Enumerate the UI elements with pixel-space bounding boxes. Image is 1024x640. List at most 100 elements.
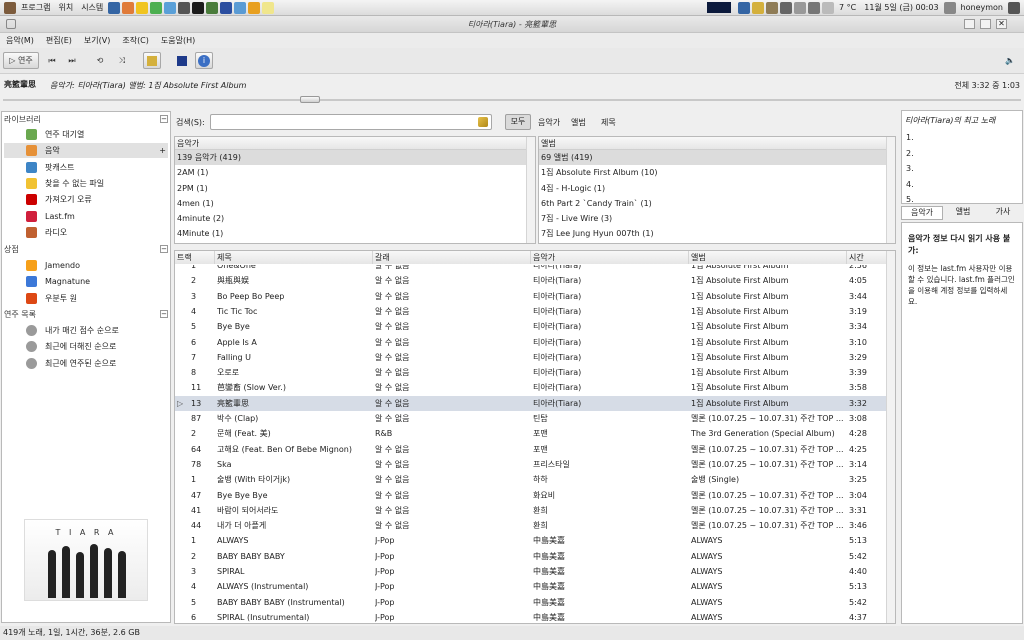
close-icon[interactable]: ✕ [996, 19, 1007, 29]
launcher-icon[interactable] [248, 1, 261, 14]
info-button[interactable]: i [195, 52, 213, 69]
column-artist[interactable]: 음악가 [531, 251, 689, 264]
table-row[interactable]: 11 芭鑾畜 (Slow Ver.) 알 수 없음 티아라(Tiara) 1집 Abso… [175, 380, 887, 395]
maximize-icon[interactable] [980, 19, 991, 29]
minimize-icon[interactable] [964, 19, 975, 29]
table-row[interactable]: 1 술뱅 (With 타이거jk) 알 수 없음 하하 술뱅 (Single) 3:25 [175, 472, 887, 487]
sidebar-item[interactable]: 최근에 더해진 순으로 [4, 339, 168, 354]
sidebar-item[interactable]: 라디오 [4, 225, 168, 240]
sidebar-item[interactable]: 음악 + [4, 143, 168, 159]
table-row[interactable]: 64 고해요 (Feat. Ben Of Bebe Mignon) 알 수 없음 포맨… [175, 442, 887, 457]
launcher-icon[interactable] [136, 1, 149, 14]
user-name[interactable]: honeymon [957, 3, 1007, 12]
sidebar-item[interactable]: 최근에 연주된 순으로 [4, 356, 168, 371]
sidebar-item[interactable]: 연주 대기열 [4, 127, 168, 142]
table-row[interactable]: 78 Ska 알 수 없음 프리스타일 멜론 (10.07.25 ~ 10.07.31)… [175, 457, 887, 472]
launcher-icon[interactable] [262, 1, 275, 14]
shuffle-button[interactable]: ⤨ [114, 52, 130, 69]
album-header[interactable]: 앨범 [539, 137, 895, 150]
album-scrollbar[interactable] [886, 137, 895, 243]
list-item[interactable]: 4집 - H-Logic (1) [539, 181, 895, 196]
list-item[interactable]: 6th Part 2 `Candy Train` (1) [539, 196, 895, 211]
artist-header[interactable]: 음악가 [175, 137, 535, 150]
tab-lyrics[interactable]: 가사 [983, 206, 1023, 220]
tab-album[interactable]: 앨범 [943, 206, 983, 220]
table-row[interactable]: 5 Bye Bye 알 수 없음 티아라(Tiara) 1집 Absolute Firs… [175, 319, 887, 334]
panel-menu-applications[interactable]: 프로그램 [17, 2, 54, 13]
column-album[interactable]: 앨범 [689, 251, 847, 264]
ubuntu-menu-icon[interactable] [4, 1, 16, 14]
clock[interactable]: 11월 5일 (금) 00:03 [860, 2, 942, 13]
table-row[interactable]: 2 與甁與娱 알 수 없음 티아라(Tiara) 1집 Absolute First A… [175, 273, 887, 288]
table-row[interactable]: 4 Tic Tic Toc 알 수 없음 티아라(Tiara) 1집 Absolute … [175, 304, 887, 319]
launcher-icon[interactable] [178, 1, 191, 14]
table-row[interactable]: 1 One&One 알 수 없음 티아라(Tiara) 1집 Absolute Firs… [175, 265, 887, 273]
list-item[interactable]: 4men (1) [175, 196, 535, 211]
table-row[interactable]: 41 바람이 되어서라도 알 수 없음 환희 멜론 (10.07.25 ~ 10.07.… [175, 503, 887, 518]
sidebar-item[interactable]: 우분투 원 [4, 291, 168, 306]
filter-title-button[interactable]: 제목 [601, 117, 616, 128]
filter-album-button[interactable]: 앨범 [571, 117, 586, 128]
sidebar-item[interactable]: 가져오기 오류 [4, 192, 168, 207]
column-title[interactable]: 제목 [215, 251, 373, 264]
sidebar-item[interactable]: 내가 매긴 점수 순으로 [4, 323, 168, 338]
repeat-button[interactable]: ⟲ [92, 52, 108, 69]
table-row[interactable]: 3 SPIRAL J-Pop 中島美嘉 ALWAYS 4:40 [175, 564, 887, 579]
menu-edit[interactable]: 편집(E) [40, 35, 78, 46]
table-row[interactable]: 6 SPIRAL (Insutrumental) J-Pop 中島美嘉 ALWAYS 4:… [175, 610, 887, 623]
collapse-library-icon[interactable]: − [160, 115, 168, 123]
table-row[interactable]: 87 박수 (Clap) 알 수 없음 틴탑 멜론 (10.07.25 ~ 10.07.… [175, 411, 887, 426]
sidebar-item[interactable]: Last.fm [4, 209, 168, 224]
launcher-icon[interactable] [122, 1, 135, 14]
launcher-icon[interactable] [206, 1, 219, 14]
top-song-item[interactable]: 3. [902, 161, 1022, 177]
list-item[interactable]: 7집 - Live Wire (3) [539, 211, 895, 226]
tray-icon[interactable] [738, 1, 751, 14]
column-track[interactable]: 트랙 [175, 251, 215, 264]
launcher-icon[interactable] [108, 1, 121, 14]
launcher-icon[interactable] [150, 1, 163, 14]
table-row[interactable]: 8 오로로 알 수 없음 티아라(Tiara) 1집 Absolute First Al… [175, 365, 887, 380]
panel-menu-places[interactable]: 위치 [54, 2, 77, 13]
volume-button[interactable]: 🔈 [1002, 52, 1018, 69]
list-item[interactable]: 7집 Lee Jung Hyun 007th (1) [539, 226, 895, 241]
volume-icon[interactable] [808, 1, 821, 14]
collapse-playlists-icon[interactable]: − [160, 310, 168, 318]
play-button[interactable]: ▷ 연주 [3, 52, 39, 69]
power-icon[interactable] [1008, 1, 1020, 14]
table-row[interactable]: 7 Falling U 알 수 없음 티아라(Tiara) 1집 Absolute Fi… [175, 350, 887, 365]
browse-button[interactable] [143, 52, 161, 69]
list-item[interactable]: 2AM (1) [175, 165, 535, 180]
top-song-item[interactable]: 1. [902, 130, 1022, 146]
table-row[interactable]: 1 ALWAYS J-Pop 中島美嘉 ALWAYS 5:13 [175, 533, 887, 548]
list-item[interactable]: 69 앨범 (419) [539, 150, 895, 166]
table-row[interactable]: 3 Bo Peep Bo Peep 알 수 없음 티아라(Tiara) 1집 Absol… [175, 289, 887, 304]
table-row[interactable]: 47 Bye Bye Bye 알 수 없음 화요비 멜론 (10.07.25 ~ 10.… [175, 488, 887, 503]
table-row[interactable]: 44 내가 더 아플게 알 수 없음 환희 멜론 (10.07.25 ~ 10.07.3… [175, 518, 887, 533]
top-song-item[interactable]: 5. [902, 192, 1022, 203]
filter-all-button[interactable]: 모두 [505, 114, 531, 130]
tab-artist[interactable]: 음악가 [901, 206, 943, 220]
window-titlebar[interactable]: 티아라(Tiara) - 亮籃輩思 ✕ [0, 16, 1024, 33]
launcher-icon[interactable] [164, 1, 177, 14]
top-song-item[interactable]: 2. [902, 146, 1022, 162]
launcher-icon[interactable] [234, 1, 247, 14]
table-row[interactable]: 6 Apple Is A 알 수 없음 티아라(Tiara) 1집 Absolute F… [175, 335, 887, 350]
launcher-icon[interactable] [192, 1, 205, 14]
next-button[interactable]: ⏭ [64, 52, 80, 69]
search-input[interactable] [210, 114, 492, 130]
sidebar-item[interactable]: 팟캐스트 [4, 160, 168, 175]
column-time[interactable]: 시간 [847, 251, 887, 264]
sidebar-item[interactable]: Jamendo [4, 258, 168, 273]
weather-applet[interactable]: 7 °C [835, 3, 860, 12]
menu-control[interactable]: 조작(C) [116, 35, 155, 46]
column-genre[interactable]: 갈래 [373, 251, 531, 264]
menu-music[interactable]: 음악(M) [0, 35, 40, 46]
seek-slider[interactable] [0, 96, 1024, 104]
seek-handle[interactable] [300, 96, 320, 103]
launcher-icon[interactable] [220, 1, 233, 14]
menu-view[interactable]: 보기(V) [78, 35, 116, 46]
artist-scrollbar[interactable] [526, 137, 535, 243]
battery-icon[interactable] [794, 1, 807, 14]
table-row[interactable]: 5 BABY BABY BABY (Instrumental) J-Pop 中島美嘉 A… [175, 595, 887, 610]
